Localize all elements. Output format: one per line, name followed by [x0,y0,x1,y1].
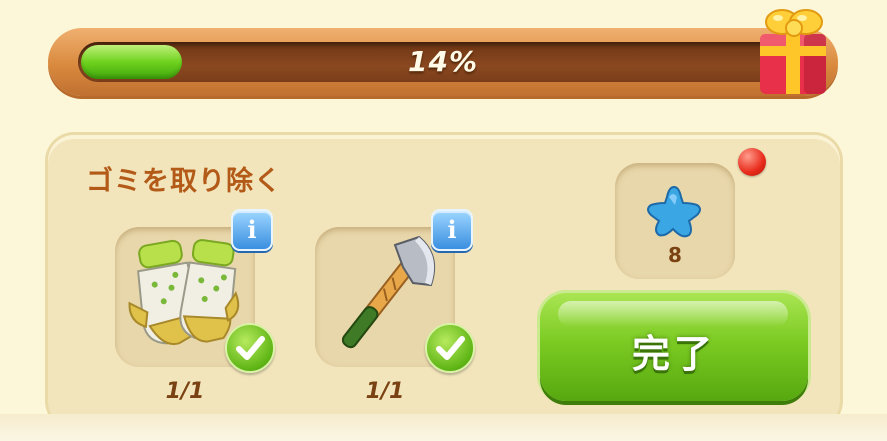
complete-button[interactable]: 完了 [540,293,808,401]
checkmark-icon [225,323,275,373]
complete-button-label: 完了 [631,332,716,376]
task-panel: ゴミを取り除く i 1/1 i 1/1 8 完了 [48,135,840,427]
task-item-count: 1/1 [365,379,405,404]
blue-star-icon [647,185,701,238]
gift-box-icon[interactable] [754,0,834,98]
progress-percent: 14% [407,45,479,78]
checkmark-icon [425,323,475,373]
reward-slot: 8 [615,163,735,279]
info-icon[interactable]: i [231,209,273,251]
reward-count: 8 [668,243,682,267]
bottom-strip [0,414,887,441]
task-item-count: 1/1 [165,379,205,404]
progress-bar: 14% [48,28,838,96]
notification-dot [738,148,766,176]
info-icon[interactable]: i [431,209,473,251]
task-title: ゴミを取り除く [86,166,282,197]
